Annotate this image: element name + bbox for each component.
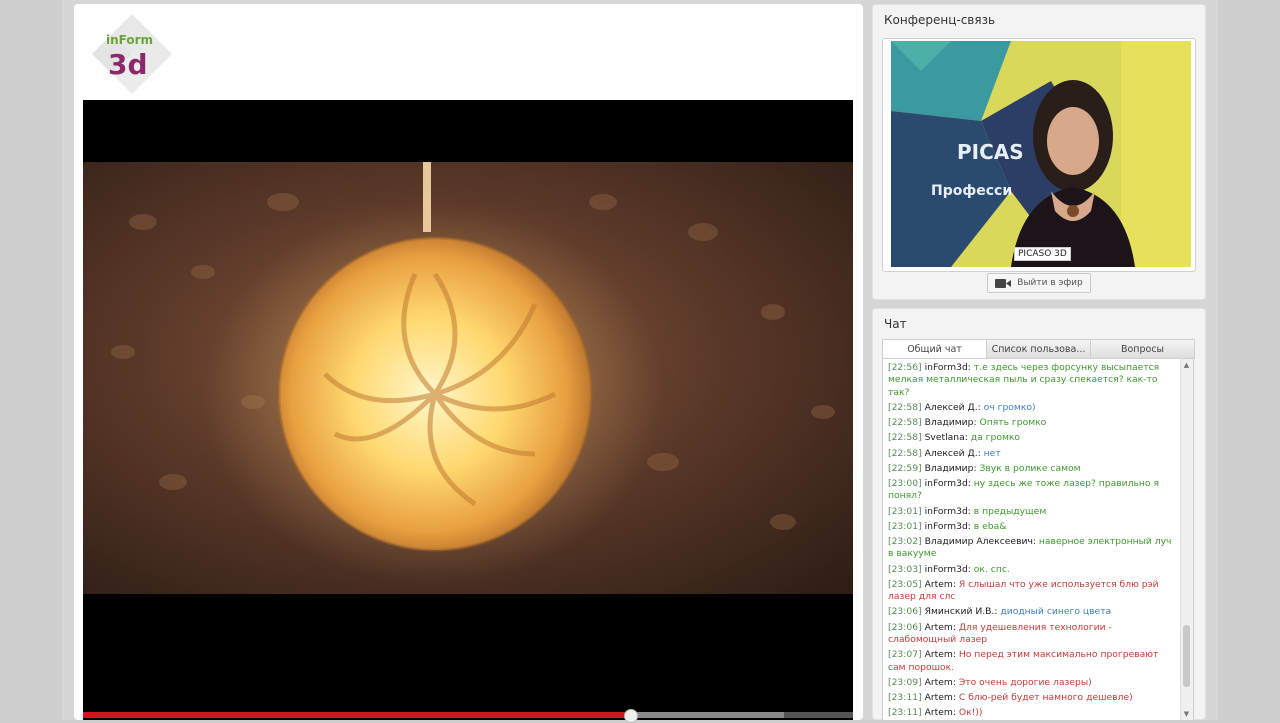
progress-buffered — [629, 712, 784, 718]
go-on-air-button[interactable]: Выйти в эфир — [987, 273, 1091, 293]
chat-title: Чат — [884, 317, 907, 331]
logo-line1: inForm — [106, 33, 153, 47]
message-text: да громко — [970, 432, 1021, 444]
message-user: Владимир Алексеевич: — [921, 536, 1039, 548]
backdrop-text-1: PICAS — [957, 140, 1024, 164]
webcam-image: PICAS Професси — [891, 41, 1191, 267]
message-time: [23:11] — [888, 707, 922, 719]
tab-questions[interactable]: Вопросы — [1090, 339, 1195, 359]
message-time: [23:02] — [888, 536, 922, 548]
video-frame-lamp — [83, 162, 853, 594]
message-text: оч громко) — [983, 402, 1036, 414]
video-progress-bar[interactable] — [83, 709, 853, 723]
message-time: [23:06] — [888, 606, 922, 618]
tab-user-list[interactable]: Список пользова... — [986, 339, 1091, 359]
conference-title: Конференц-связь — [884, 13, 996, 27]
chat-message: [23:11] Artem: С блю-рей будет намного д… — [888, 692, 1178, 704]
message-user: Artem: — [921, 649, 959, 661]
tab-general-chat[interactable]: Общий чат — [882, 339, 987, 359]
progress-handle[interactable] — [623, 709, 638, 723]
chat-message: [23:06] Яминский И.В.: диодный синего цв… — [888, 606, 1178, 618]
chat-message: [23:03] inForm3d: ок. спс. — [888, 564, 1178, 576]
chat-message: [22:56] inForm3d: т.е здесь через форсун… — [888, 362, 1178, 399]
message-time: [22:58] — [888, 447, 922, 459]
chat-message: [22:58] Владимир: Опять громко — [888, 417, 1178, 429]
message-user: Яминский И.В.: — [921, 606, 1001, 618]
chat-message: [23:02] Владимир Алексеевич: наверное эл… — [888, 536, 1178, 561]
chat-message: [23:07] Artem: Но перед этим максимально… — [888, 649, 1178, 674]
message-user: inForm3d: — [921, 505, 974, 517]
message-user: Svetlana: — [921, 432, 971, 444]
chat-message: [23:06] Artem: Для удешевления технологи… — [888, 622, 1178, 647]
chat-scrollbar[interactable]: ▲ ▼ — [1180, 359, 1193, 720]
message-time: [23:03] — [888, 563, 922, 575]
message-user: Алексей Д.: — [921, 402, 984, 414]
message-user: Artem: — [921, 707, 959, 719]
chat-message: [23:01] inForm3d: в предыдущем — [888, 506, 1178, 518]
message-user: Artem: — [921, 676, 959, 688]
message-user: Artem: — [921, 621, 959, 633]
chat-message: [22:59] Владимир: Звук в ролике самом — [888, 463, 1178, 475]
message-text: в предыдущем — [973, 505, 1047, 517]
chat-messages-box: [22:56] inForm3d: т.е здесь через форсун… — [882, 358, 1194, 721]
message-time: [22:58] — [888, 417, 922, 429]
message-user: inForm3d: — [921, 362, 974, 373]
message-time: [22:58] — [888, 402, 922, 414]
video-player[interactable] — [83, 100, 853, 720]
message-time: [23:11] — [888, 692, 922, 704]
backdrop-text-2: Професси — [931, 183, 1012, 199]
message-text: Ок!)) — [958, 707, 983, 719]
message-user: inForm3d: — [921, 563, 974, 575]
message-user: Владимир: — [921, 462, 980, 474]
message-user: inForm3d: — [921, 478, 974, 490]
message-user: inForm3d: — [921, 520, 974, 532]
chat-message: [22:58] Алексей Д.: нет — [888, 448, 1178, 460]
message-user: Artem: — [921, 578, 959, 590]
message-text: С блю-рей будет намного дешевле) — [958, 692, 1133, 704]
message-text: Это очень дорогие лазеры) — [958, 676, 1092, 688]
scroll-down-icon[interactable]: ▼ — [1183, 710, 1190, 718]
scroll-up-icon[interactable]: ▲ — [1183, 361, 1190, 369]
conference-panel: Конференц-связь PICAS Професси PICASO 3D… — [872, 4, 1206, 300]
webcam-view: PICAS Професси PICASO 3D — [882, 38, 1196, 272]
message-user: Владимир: — [921, 417, 980, 429]
chat-message: [23:01] inForm3d: в eba& — [888, 521, 1178, 533]
chat-message: [23:09] Artem: Это очень дорогие лазеры) — [888, 677, 1178, 689]
message-user: Artem: — [921, 692, 959, 704]
message-time: [23:05] — [888, 578, 922, 590]
logo-line2: 3d — [108, 48, 148, 81]
scrollbar-thumb[interactable] — [1183, 625, 1190, 687]
message-text: нет — [983, 447, 1001, 459]
chat-panel: Чат Общий чат Список пользова... Вопросы… — [872, 308, 1206, 721]
message-user: Алексей Д.: — [921, 447, 984, 459]
video-camera-icon — [995, 278, 1012, 288]
message-time: [23:06] — [888, 621, 922, 633]
message-time: [23:09] — [888, 676, 922, 688]
chat-message: [22:58] Алексей Д.: оч громко) — [888, 402, 1178, 414]
message-time: [23:00] — [888, 478, 922, 490]
progress-played — [83, 712, 630, 718]
message-time: [22:58] — [888, 432, 922, 444]
message-text: Звук в ролике самом — [979, 462, 1081, 474]
message-time: [22:59] — [888, 462, 922, 474]
chat-tabs: Общий чат Список пользова... Вопросы — [882, 339, 1195, 359]
message-text: Опять громко — [979, 417, 1047, 429]
camera-label: PICASO 3D — [1014, 247, 1071, 261]
message-text: диодный синего цвета — [1000, 606, 1112, 618]
chat-message: [23:00] inForm3d: ну здесь же тоже лазер… — [888, 478, 1178, 503]
message-text: в eba& — [973, 520, 1007, 532]
message-text: ок. спс. — [973, 563, 1010, 575]
inform3d-logo: inForm 3d — [90, 12, 174, 96]
chat-message: [23:11] Artem: Ок!)) — [888, 707, 1178, 719]
chat-message: [23:05] Artem: Я слышал что уже использу… — [888, 579, 1178, 604]
message-time: [23:07] — [888, 649, 922, 661]
message-time: [23:01] — [888, 520, 922, 532]
message-time: [22:56] — [888, 362, 922, 373]
message-time: [23:01] — [888, 505, 922, 517]
chat-message-list: [22:56] inForm3d: т.е здесь через форсун… — [888, 362, 1178, 720]
chat-message: [22:58] Svetlana: да громко — [888, 432, 1178, 444]
go-on-air-label: Выйти в эфир — [1017, 278, 1083, 288]
